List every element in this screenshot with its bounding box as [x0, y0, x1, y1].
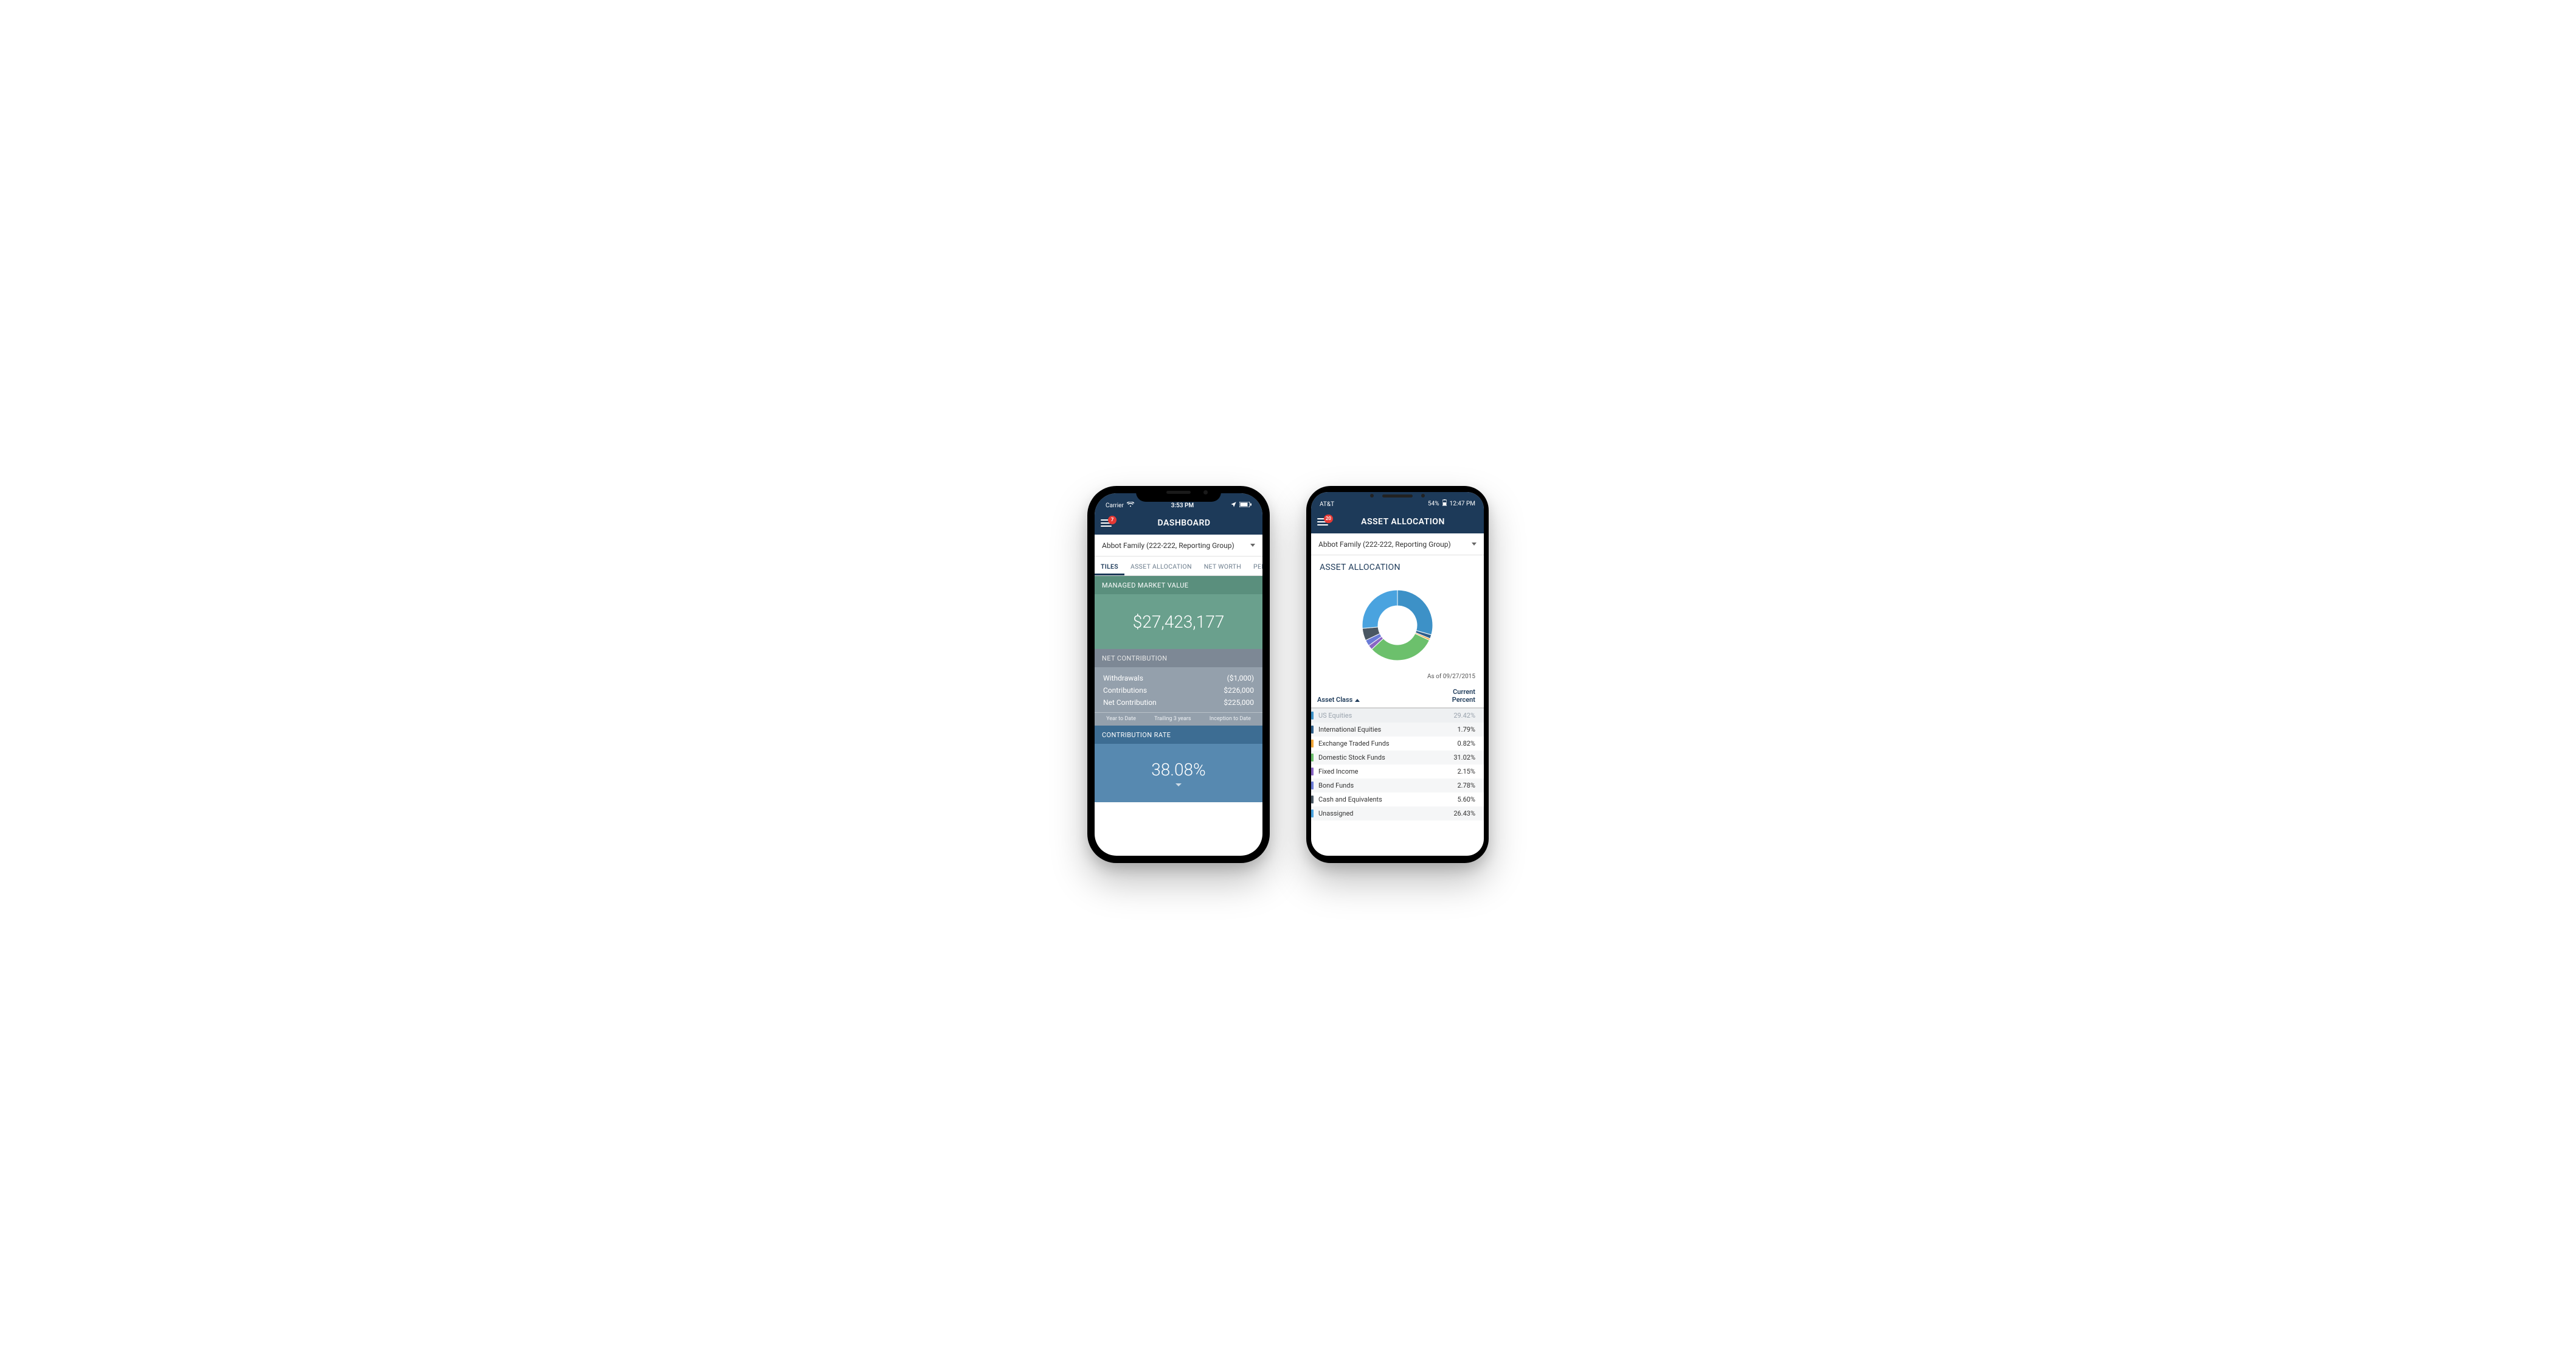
net-row-value: $225,000	[1224, 698, 1254, 707]
notification-badge: 20	[1324, 515, 1333, 523]
color-swatch	[1311, 754, 1314, 761]
allocation-percent: 2.15%	[1439, 768, 1475, 775]
allocation-percent: 5.60%	[1439, 796, 1475, 803]
menu-button[interactable]: 7	[1101, 519, 1112, 527]
color-swatch	[1311, 726, 1314, 733]
android-sensors	[1306, 488, 1489, 503]
allocation-row[interactable]: Fixed Income2.15%	[1311, 765, 1484, 779]
app-bar: 20 ASSET ALLOCATION	[1311, 510, 1484, 533]
allocation-name: Cash and Equivalents	[1318, 796, 1439, 803]
tab-asset-allocation[interactable]: ASSET ALLOCATION	[1124, 557, 1198, 575]
range-option[interactable]: Trailing 3 years	[1154, 716, 1191, 722]
color-swatch	[1311, 810, 1314, 817]
color-swatch	[1311, 768, 1314, 775]
allocation-name: Fixed Income	[1318, 768, 1439, 775]
section-title: ASSET ALLOCATION	[1311, 555, 1484, 576]
allocation-table-header: Asset Class Current Percent	[1311, 685, 1484, 709]
range-option[interactable]: Inception to Date	[1210, 716, 1251, 722]
menu-button[interactable]: 20	[1317, 518, 1328, 525]
account-selector-label: Abbot Family (222-222, Reporting Group)	[1102, 541, 1234, 550]
donut-slice[interactable]	[1397, 590, 1433, 635]
page-title: DASHBOARD	[1112, 518, 1256, 528]
col-header-current-percent[interactable]: Current Percent	[1452, 688, 1475, 704]
location-icon	[1231, 502, 1236, 509]
iphone-device-frame: Carrier 3:53 PM 7 DASHBOARD	[1087, 486, 1270, 863]
notification-badge: 7	[1108, 516, 1117, 524]
allocation-percent: 1.79%	[1439, 726, 1475, 733]
net-range-selector: Year to Date Trailing 3 years Inception …	[1095, 712, 1262, 726]
tab-tiles[interactable]: TILES	[1095, 557, 1124, 575]
tile-mmv[interactable]: $27,423,177	[1095, 594, 1262, 649]
account-selector[interactable]: Abbot Family (222-222, Reporting Group)	[1095, 535, 1262, 557]
allocation-row[interactable]: Bond Funds2.78%	[1311, 779, 1484, 792]
app-bar: 7 DASHBOARD	[1095, 512, 1262, 535]
tab-net-worth[interactable]: NET WORTH	[1198, 557, 1247, 575]
sort-asc-icon	[1355, 699, 1360, 702]
account-selector[interactable]: Abbot Family (222-222, Reporting Group)	[1311, 533, 1484, 555]
donut-chart[interactable]	[1311, 576, 1484, 672]
color-swatch	[1311, 796, 1314, 803]
allocation-name: International Equities	[1318, 726, 1439, 733]
tile-net-contribution[interactable]: Withdrawals ($1,000) Contributions $226,00…	[1095, 667, 1262, 712]
allocation-name: Bond Funds	[1318, 782, 1439, 789]
allocation-name: Domestic Stock Funds	[1318, 754, 1439, 761]
status-time: 3:53 PM	[1134, 502, 1231, 509]
allocation-percent: 26.43%	[1439, 810, 1475, 817]
chevron-down-icon	[1175, 783, 1182, 786]
allocation-name: US Equities	[1318, 712, 1439, 720]
allocation-name: Exchange Traded Funds	[1318, 740, 1439, 747]
tile-net-header: NET CONTRIBUTION	[1095, 649, 1262, 667]
allocation-row[interactable]: Cash and Equivalents5.60%	[1311, 792, 1484, 806]
allocation-table-body: US Equities29.42%International Equities1…	[1311, 709, 1484, 820]
iphone-notch	[1136, 486, 1221, 502]
net-row-value: $226,000	[1224, 686, 1254, 695]
tile-contribution-rate[interactable]: 38.08%	[1095, 744, 1262, 802]
tile-mmv-header: MANAGED MARKET VALUE	[1095, 576, 1262, 594]
chevron-down-icon	[1250, 544, 1255, 547]
allocation-percent: 31.02%	[1439, 754, 1475, 761]
tab-performance[interactable]: PERFOR	[1247, 557, 1262, 575]
android-screen: AT&T 54% 12:47 PM 20 ASSET ALLOCATION Ab…	[1311, 492, 1484, 856]
color-swatch	[1311, 740, 1314, 747]
col-header-asset-class[interactable]: Asset Class	[1317, 696, 1360, 704]
allocation-percent: 29.42%	[1439, 712, 1475, 720]
net-row-label: Contributions	[1103, 686, 1147, 695]
color-swatch	[1311, 712, 1314, 720]
iphone-screen: Carrier 3:53 PM 7 DASHBOARD	[1095, 493, 1262, 856]
net-row-value: ($1,000)	[1227, 674, 1254, 682]
donut-slice[interactable]	[1362, 590, 1397, 628]
tile-cr-header: CONTRIBUTION RATE	[1095, 726, 1262, 744]
allocation-row[interactable]: US Equities29.42%	[1311, 709, 1484, 723]
cr-value: 38.08%	[1151, 760, 1206, 780]
battery-icon	[1239, 502, 1252, 509]
net-row-label: Withdrawals	[1103, 674, 1143, 682]
net-row-label: Net Contribution	[1103, 698, 1157, 707]
allocation-row[interactable]: Unassigned26.43%	[1311, 806, 1484, 820]
allocation-percent: 2.78%	[1439, 782, 1475, 789]
as-of-date: As of 09/27/2015	[1311, 672, 1484, 685]
android-device-frame: AT&T 54% 12:47 PM 20 ASSET ALLOCATION Ab…	[1306, 486, 1489, 863]
color-swatch	[1311, 782, 1314, 789]
allocation-row[interactable]: Domestic Stock Funds31.02%	[1311, 751, 1484, 765]
mmv-value: $27,423,177	[1133, 612, 1225, 632]
tab-bar: TILES ASSET ALLOCATION NET WORTH PERFOR	[1095, 557, 1262, 576]
wifi-icon	[1127, 502, 1134, 509]
chevron-down-icon	[1472, 543, 1477, 546]
account-selector-label: Abbot Family (222-222, Reporting Group)	[1318, 540, 1451, 549]
page-title: ASSET ALLOCATION	[1328, 517, 1478, 527]
allocation-row[interactable]: International Equities1.79%	[1311, 723, 1484, 737]
allocation-row[interactable]: Exchange Traded Funds0.82%	[1311, 737, 1484, 751]
allocation-name: Unassigned	[1318, 810, 1439, 817]
range-option[interactable]: Year to Date	[1106, 716, 1136, 722]
carrier-label: Carrier	[1106, 502, 1124, 509]
allocation-percent: 0.82%	[1439, 740, 1475, 747]
